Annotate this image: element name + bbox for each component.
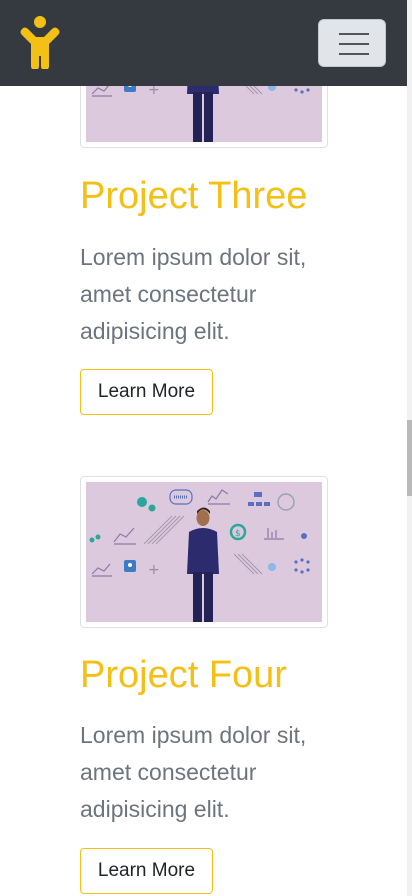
learn-more-button[interactable]: Learn More — [80, 369, 213, 415]
person-figure-icon[interactable] — [19, 15, 61, 69]
navbar-toggler-button[interactable] — [318, 19, 386, 67]
project-description: Lorem ipsum dolor sit, amet consectetur … — [80, 722, 307, 822]
page-content: Project Three Lorem ipsum dolor sit, ame… — [0, 0, 407, 896]
learn-more-button[interactable]: Learn More — [80, 848, 213, 894]
top-navbar — [0, 0, 407, 86]
page-scrollbar[interactable] — [407, 0, 412, 896]
project-title: Project Three — [80, 175, 308, 217]
project-image — [80, 476, 328, 628]
business-strategy-illustration-icon — [86, 482, 322, 622]
scrollbar-thumb[interactable] — [407, 420, 412, 496]
project-description: Lorem ipsum dolor sit, amet consectetur … — [80, 244, 307, 344]
project-title: Project Four — [80, 654, 287, 696]
